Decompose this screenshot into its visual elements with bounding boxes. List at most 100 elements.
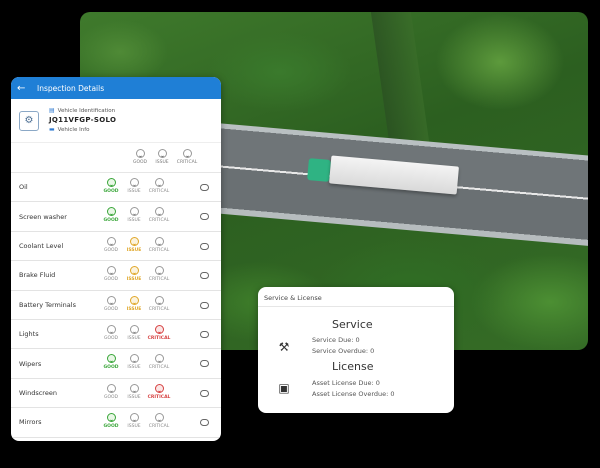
status-option-issue[interactable]: ISSUE [120,266,148,282]
smile-icon [106,383,116,393]
sad-face-icon [154,266,164,276]
inspection-row: Coolant Level GOOD ISSUE CRITICAL [11,232,221,262]
vehicle-plate: JQ11VFGP-SOLO [49,116,117,124]
vehicle-identification-label: Vehicle Identification [57,108,116,114]
service-title: Service [332,318,373,331]
sad-face-icon [154,295,164,305]
status-option-critical[interactable]: CRITICAL [145,295,173,312]
inspection-row: Battery Terminals GOOD ISSUE CRITICAL [11,291,221,320]
photo-trail [370,12,430,142]
inspection-item-name: Oil [19,183,28,192]
service-license-card: Service & License Service ⚒ Service Due:… [258,287,454,413]
status-option-issue[interactable]: ISSUE [120,383,148,400]
smile-icon [106,236,116,246]
neutral-face-icon [129,236,139,246]
sad-face-icon [154,383,164,393]
status-option-issue[interactable]: ISSUE [120,207,148,223]
neutral-face-icon [129,354,139,364]
status-option-critical[interactable]: CRITICAL [145,178,173,194]
smile-icon [135,149,145,158]
car-icon: ▬ [49,126,55,133]
comment-icon[interactable] [200,330,209,338]
smile-icon [106,207,116,217]
inspection-item-name: Lights [19,330,39,339]
status-option-issue[interactable]: ISSUE [120,354,148,370]
comment-icon[interactable] [200,213,209,221]
status-option-critical[interactable]: CRITICAL [145,413,173,429]
license-due: Asset License Due: 0 [312,379,380,387]
service-license-header: Service & License [258,287,454,307]
inspection-item-name: Coolant Level [19,241,64,250]
inspection-row: Screen washer GOOD ISSUE CRITICAL [11,202,221,232]
smile-icon [106,324,116,334]
comment-icon[interactable] [200,301,209,309]
sad-face-icon [154,413,164,423]
inspection-row: Wipers GOOD ISSUE CRITICAL [11,349,221,379]
status-option-issue[interactable]: ISSUE [120,236,148,253]
vehicle-info-link[interactable]: Vehicle Info [58,127,90,133]
status-option-critical[interactable]: CRITICAL [145,207,173,223]
neutral-face-icon [129,295,139,305]
neutral-face-icon [129,324,139,334]
inspection-item-name: Battery Terminals [19,300,76,309]
status-option-critical[interactable]: CRITICAL [145,354,173,370]
document-icon: ▤ [49,107,55,114]
neutral-face-icon [157,149,167,158]
inspection-title: Inspection Details [37,83,105,93]
smile-icon [106,295,116,305]
legend-critical: CRITICAL [173,149,201,165]
inspection-header: ← Inspection Details [11,77,221,99]
vehicle-section: ⚙ ▤ Vehicle Identification JQ11VFGP-SOLO … [11,99,221,143]
neutral-face-icon [129,383,139,393]
comment-icon[interactable] [200,389,209,397]
license-title: License [332,360,374,373]
status-option-critical[interactable]: CRITICAL [145,266,173,282]
id-card-icon: ▣ [278,381,290,395]
inspection-details-card: ← Inspection Details ⚙ ▤ Vehicle Identifi… [11,77,221,441]
sad-face-icon [154,236,164,246]
neutral-face-icon [129,413,139,423]
sad-face-icon [182,149,192,158]
neutral-face-icon [129,207,139,217]
smile-icon [106,266,116,276]
inspection-item-name: Windscreen [19,388,57,397]
neutral-face-icon [129,178,139,187]
inspection-row: Lights GOOD ISSUE CRITICAL [11,320,221,350]
inspection-item-name: Brake Fluid [19,271,56,280]
status-option-issue[interactable]: ISSUE [120,324,148,341]
status-option-critical[interactable]: CRITICAL [145,236,173,253]
service-due: Service Due: 0 [312,336,360,344]
service-overdue: Service Overdue: 0 [312,347,375,355]
status-legend: GOOD ISSUE CRITICAL [11,143,221,173]
sad-face-icon [154,324,164,334]
truck-cab [307,158,331,182]
status-option-critical[interactable]: CRITICAL [145,383,173,400]
comment-icon[interactable] [200,360,209,368]
inspection-item-name: Screen washer [19,212,67,221]
comment-icon[interactable] [200,272,209,280]
comment-icon[interactable] [200,184,209,191]
legend-issue: ISSUE [148,149,176,165]
inspection-row: Brake Fluid GOOD ISSUE CRITICAL [11,261,221,291]
sad-face-icon [154,178,164,187]
car-wrench-icon: ⚙ [19,110,39,131]
status-option-issue[interactable]: ISSUE [120,178,148,194]
smile-icon [106,413,116,423]
status-option-issue[interactable]: ISSUE [120,413,148,429]
neutral-face-icon [129,266,139,276]
sad-face-icon [154,207,164,217]
license-overdue: Asset License Overdue: 0 [312,390,395,398]
inspection-row: Windscreen GOOD ISSUE CRITICAL [11,379,221,409]
sad-face-icon [154,354,164,364]
comment-icon[interactable] [200,242,209,250]
wrench-screwdriver-icon: ⚒ [278,340,290,354]
back-arrow-icon[interactable]: ← [17,83,31,94]
status-option-critical[interactable]: CRITICAL [145,324,173,341]
inspection-list: Oil GOOD ISSUE CRITICAL Screen washer GOOD ISS… [11,173,221,438]
status-option-issue[interactable]: ISSUE [120,295,148,312]
smile-icon [106,354,116,364]
inspection-row: Oil GOOD ISSUE CRITICAL [11,173,221,203]
inspection-item-name: Mirrors [19,418,42,427]
comment-icon[interactable] [200,419,209,427]
inspection-row: Mirrors GOOD ISSUE CRITICAL [11,408,221,438]
